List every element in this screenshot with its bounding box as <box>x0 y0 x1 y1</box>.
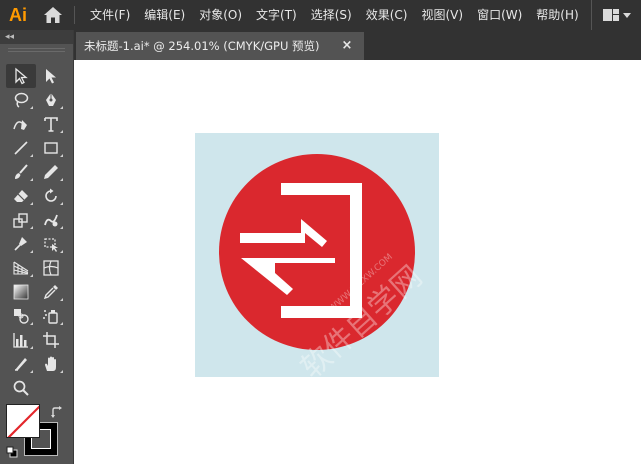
pen-tool[interactable] <box>36 88 66 112</box>
paintbrush-tool-icon <box>15 164 28 179</box>
perspective-grid-tool[interactable] <box>6 256 36 280</box>
type-tool[interactable] <box>36 112 66 136</box>
lasso-tool[interactable] <box>6 88 36 112</box>
scale-tool-icon <box>13 213 28 228</box>
mesh-tool[interactable] <box>36 256 66 280</box>
chevron-down-icon <box>622 12 631 18</box>
artboard-tool-icon <box>43 332 59 348</box>
artwork-graphic: 软件自学网 WWW.RJZXW.COM <box>195 133 439 377</box>
menu-select[interactable]: 选择(S) <box>304 0 359 30</box>
gradient-tool-icon <box>13 284 29 300</box>
menu-effect[interactable]: 效果(C) <box>359 0 415 30</box>
app-logo: Ai <box>9 4 27 25</box>
selection-tool[interactable] <box>6 64 36 88</box>
direct-selection-tool-icon <box>46 69 56 84</box>
workspace-layout-icon <box>602 9 619 21</box>
paintbrush-tool[interactable] <box>6 160 36 184</box>
pencil-tool[interactable] <box>36 160 66 184</box>
lasso-tool-icon <box>14 92 29 108</box>
mesh-tool-icon <box>43 260 59 276</box>
menu-edit[interactable]: 编辑(E) <box>137 0 192 30</box>
document-tab-bar: 未标题-1.ai* @ 254.01% (CMYK/GPU 预览) × <box>74 30 641 60</box>
tools-empty-slot <box>36 376 66 400</box>
menu-separator <box>74 6 75 24</box>
rectangle-tool-icon <box>44 142 58 154</box>
artwork[interactable]: 软件自学网 WWW.RJZXW.COM <box>195 133 439 377</box>
gradient-tool[interactable] <box>6 280 36 304</box>
curvature-tool-icon <box>13 120 27 130</box>
free-transform-tool[interactable] <box>36 232 66 256</box>
zoom-tool-icon <box>13 380 29 396</box>
scale-tool[interactable] <box>6 208 36 232</box>
column-graph-tool-icon <box>13 333 28 348</box>
eyedropper-tool[interactable] <box>36 280 66 304</box>
hand-tool-icon <box>45 356 56 371</box>
type-tool-icon <box>44 117 58 132</box>
swap-fill-stroke-icon[interactable] <box>50 405 64 419</box>
menu-window[interactable]: 窗口(W) <box>470 0 529 30</box>
curvature-tool[interactable] <box>6 112 36 136</box>
rectangle-tool[interactable] <box>36 136 66 160</box>
slice-tool-icon <box>15 358 27 371</box>
panel-grip[interactable] <box>8 48 65 52</box>
blend-tool-icon <box>14 309 29 324</box>
none-fill-icon <box>7 405 39 437</box>
direct-selection-tool[interactable] <box>36 64 66 88</box>
eyedropper-tool-icon <box>43 285 58 300</box>
menu-file[interactable]: 文件(F) <box>83 0 137 30</box>
menu-bar: Ai 文件(F) 编辑(E) 对象(O) 文字(T) 选择(S) 效果(C) 视… <box>0 0 641 30</box>
artboard-canvas[interactable]: 软件自学网 WWW.RJZXW.COM <box>74 60 641 464</box>
workspace-switcher-button[interactable] <box>591 0 641 30</box>
tools-panel: ◂◂ <box>0 30 74 464</box>
artboard-tool[interactable] <box>36 328 66 352</box>
home-icon <box>44 7 62 23</box>
rotate-tool-icon <box>45 188 57 202</box>
hand-tool[interactable] <box>36 352 66 376</box>
perspective-grid-tool-icon <box>13 261 29 275</box>
close-icon[interactable]: × <box>340 39 354 53</box>
document-tab[interactable]: 未标题-1.ai* @ 254.01% (CMYK/GPU 预览) × <box>76 32 364 60</box>
panel-collapse-button[interactable]: ◂◂ <box>0 30 73 44</box>
default-fill-stroke-icon[interactable] <box>6 446 18 458</box>
home-button[interactable] <box>36 0 70 30</box>
menu-items: 文件(F) 编辑(E) 对象(O) 文字(T) 选择(S) 效果(C) 视图(V… <box>83 0 586 30</box>
zoom-tool[interactable] <box>6 376 36 400</box>
selection-tool-icon <box>15 67 28 85</box>
column-graph-tool[interactable] <box>6 328 36 352</box>
pencil-tool-icon <box>44 165 58 179</box>
rotate-tool[interactable] <box>36 184 66 208</box>
symbol-sprayer-tool-icon <box>43 310 58 324</box>
symbol-sprayer-tool[interactable] <box>36 304 66 328</box>
puppet-warp-tool-icon <box>14 237 27 251</box>
document-tab-title: 未标题-1.ai* @ 254.01% (CMYK/GPU 预览) <box>84 39 320 53</box>
menu-help[interactable]: 帮助(H) <box>529 0 585 30</box>
eraser-tool-icon <box>14 190 28 202</box>
menu-type[interactable]: 文字(T) <box>249 0 304 30</box>
warp-tool[interactable] <box>36 208 66 232</box>
line-segment-tool[interactable] <box>6 136 36 160</box>
menu-object[interactable]: 对象(O) <box>192 0 249 30</box>
slice-tool[interactable] <box>6 352 36 376</box>
free-transform-tool-icon <box>44 238 58 252</box>
pen-tool-icon <box>46 93 56 106</box>
eraser-tool[interactable] <box>6 184 36 208</box>
menu-view[interactable]: 视图(V) <box>414 0 470 30</box>
puppet-warp-tool[interactable] <box>6 232 36 256</box>
warp-tool-icon <box>44 214 58 227</box>
tools-grid <box>6 64 66 400</box>
fill-stroke-widget <box>6 404 66 464</box>
blend-tool[interactable] <box>6 304 36 328</box>
fill-color-swatch[interactable] <box>6 404 40 438</box>
line-segment-tool-icon <box>14 141 28 155</box>
illustrator-window: Ai 文件(F) 编辑(E) 对象(O) 文字(T) 选择(S) 效果(C) 视… <box>0 0 641 464</box>
